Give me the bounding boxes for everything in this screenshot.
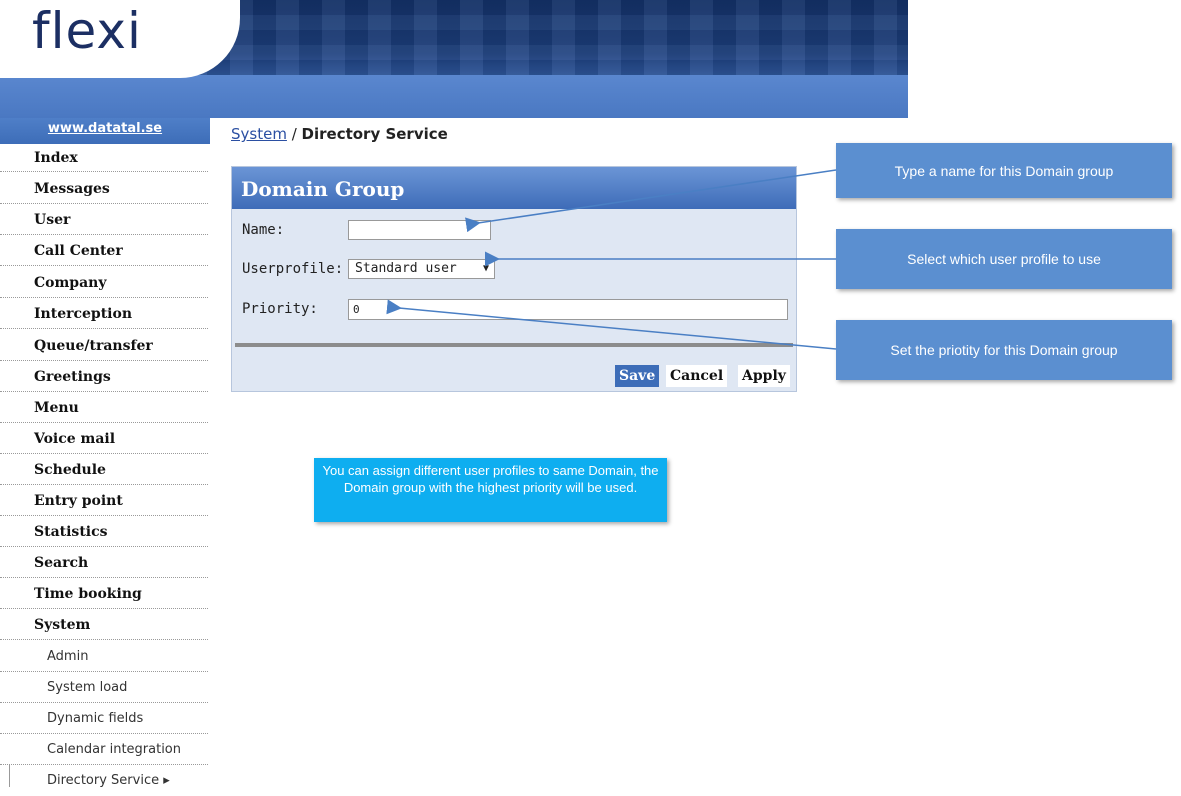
chevron-down-icon: ▼ [482,263,489,274]
sidebar-item-call-center[interactable]: Call Center [0,236,208,266]
sidebar-item-statistics[interactable]: Statistics [0,517,208,547]
cancel-button[interactable]: Cancel [666,365,728,387]
name-input[interactable] [348,220,491,240]
priority-label: Priority: [242,301,318,317]
sidebar: www.datatal.se [0,118,210,144]
sidebar-item-menu[interactable]: Menu [0,393,208,423]
sidebar-item-greetings[interactable]: Greetings [0,362,208,392]
save-button[interactable]: Save [615,365,660,387]
sidebar-subitem-dynamic-fields[interactable]: Dynamic fields [0,704,208,734]
name-label: Name: [242,222,285,238]
sidebar-item-user[interactable]: User [0,205,208,235]
callout-userprofile-hint: Select which user profile to use [836,229,1172,289]
sidebar-item-search[interactable]: Search [0,548,208,578]
priority-input[interactable]: 0 [348,299,788,320]
sidebar-item-queue-transfer[interactable]: Queue/transfer [0,331,208,361]
form-divider [235,343,793,347]
sidebar-item-company[interactable]: Company [0,268,208,298]
sidebar-subitem-admin[interactable]: Admin [0,642,208,672]
sidebar-item-voice-mail[interactable]: Voice mail [0,424,208,454]
app-header: flexi [0,0,908,118]
sidebar-item-entry-point[interactable]: Entry point [0,486,208,516]
form-title: Domain Group [232,167,796,209]
breadcrumb-separator: / [286,125,302,143]
userprofile-select[interactable]: Standard user ▼ [348,259,495,279]
sidebar-item-time-booking[interactable]: Time booking [0,579,208,609]
sidebar-item-interception[interactable]: Interception [0,299,208,329]
sidebar-subitem-directory-service[interactable]: Directory Service ▸ [0,766,208,796]
logo-tab: flexi [0,0,240,78]
userprofile-value: Standard user [355,261,457,276]
sidebar-item-index[interactable]: Index [0,144,208,172]
breadcrumb-link-system[interactable]: System [231,125,287,143]
sidebar-subitem-calendar-integration[interactable]: Calendar integration [0,735,208,765]
flexi-logo[interactable]: flexi [32,6,142,56]
domain-group-form: Domain Group Name: Userprofile: Standard… [231,166,797,392]
breadcrumb-current: Directory Service [301,125,448,143]
sidebar-item-messages[interactable]: Messages [0,174,208,204]
site-link[interactable]: www.datatal.se [0,118,210,144]
sidebar-divider [9,765,10,787]
sidebar-item-system[interactable]: System [0,610,208,640]
apply-button[interactable]: Apply [738,365,790,387]
callout-priority-hint: Set the priotity for this Domain group [836,320,1172,380]
userprofile-label: Userprofile: [242,261,344,277]
breadcrumb: System / Directory Service [231,125,448,143]
sidebar-subitem-system-load[interactable]: System load [0,673,208,703]
callout-name-hint: Type a name for this Domain group [836,143,1172,198]
sidebar-item-schedule[interactable]: Schedule [0,455,208,485]
info-note: You can assign different user profiles t… [314,458,667,522]
